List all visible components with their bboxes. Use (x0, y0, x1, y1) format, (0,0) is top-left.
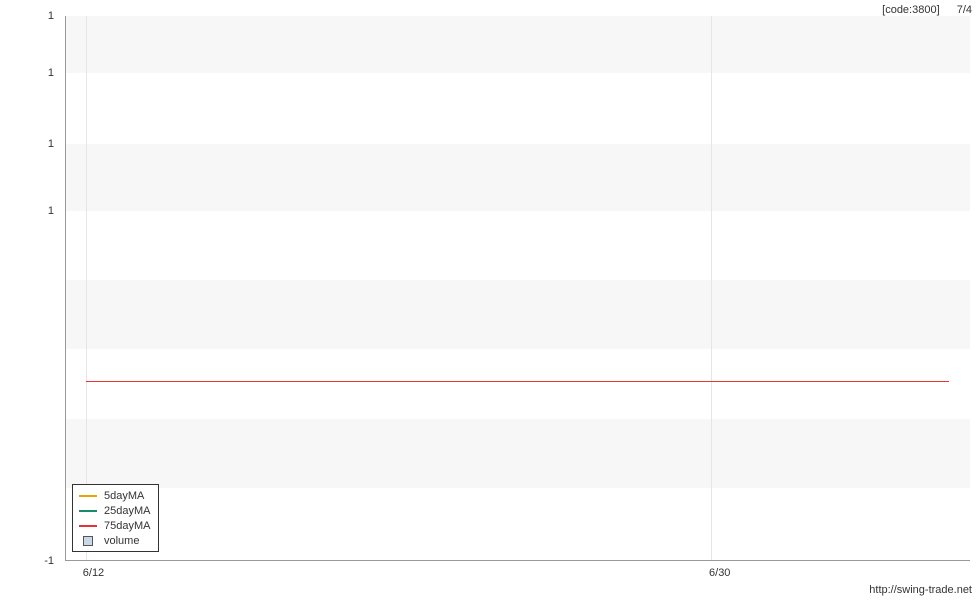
header-info: [code:3800] 7/4 (882, 4, 972, 16)
legend-label: 25dayMA (104, 505, 150, 517)
code-label: [code:3800] (882, 4, 940, 16)
footer-source-url: http://swing-trade.net (869, 584, 972, 596)
y-axis-tick: 1 (48, 138, 54, 150)
legend-label: 5dayMA (104, 490, 144, 502)
chart-plot-area: 5dayMA 25dayMA 75dayMA volume 1 1 1 1 -1… (65, 16, 970, 561)
grid-vline (711, 16, 712, 560)
y-axis-tick: 1 (48, 67, 54, 79)
grid-vline (86, 16, 87, 560)
legend: 5dayMA 25dayMA 75dayMA volume (72, 484, 159, 552)
legend-item-5dayma: 5dayMA (79, 488, 150, 503)
legend-swatch-25dayma (79, 510, 97, 512)
legend-item-75dayma: 75dayMA (79, 518, 150, 533)
x-axis-tick: 6/30 (709, 567, 730, 579)
grid-band (66, 144, 970, 211)
legend-item-25dayma: 25dayMA (79, 503, 150, 518)
grid-band (66, 16, 970, 73)
legend-swatch-volume (83, 536, 93, 546)
plot-area: 5dayMA 25dayMA 75dayMA volume (65, 16, 970, 561)
legend-swatch-5dayma (79, 495, 97, 497)
header-date-partial: 7/4 (957, 4, 972, 16)
legend-item-volume: volume (79, 533, 150, 548)
y-axis-tick: 1 (48, 205, 54, 217)
x-axis-tick: 6/12 (83, 567, 104, 579)
legend-label: 75dayMA (104, 520, 150, 532)
grid-band (66, 419, 970, 488)
grid-band (66, 280, 970, 349)
y-axis-tick: -1 (44, 555, 54, 567)
series-75dayma-line (86, 381, 949, 382)
legend-swatch-75dayma (79, 525, 97, 527)
y-axis-tick: 1 (48, 10, 54, 22)
legend-label: volume (104, 535, 139, 547)
